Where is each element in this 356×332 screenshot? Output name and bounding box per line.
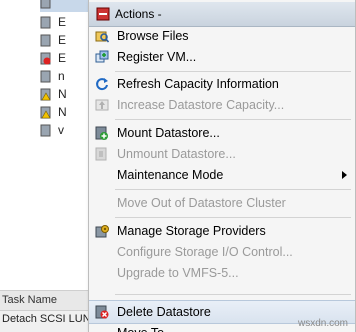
tree-row-label: n <box>58 69 65 83</box>
menu-item-label: Unmount Datastore... <box>117 147 236 161</box>
menu-item-label: Refresh Capacity Information <box>117 77 279 91</box>
datastore-warning-icon <box>40 88 51 101</box>
storage-providers-icon <box>95 225 109 238</box>
menu-item-upgrade-vmfs[interactable]: Upgrade to VMFS-5... <box>89 262 355 284</box>
menu-item-unmount-datastore[interactable]: Unmount Datastore... <box>89 143 355 165</box>
menu-separator <box>115 294 351 295</box>
menu-item-label: Configure Storage I/O Control... <box>117 245 293 259</box>
task-row[interactable]: Detach SCSI LUN <box>2 313 91 325</box>
menu-item-label: Move Out of Datastore Cluster <box>117 196 286 210</box>
menu-item-label: Move To... <box>117 322 174 332</box>
tree-row-label: E <box>58 51 67 65</box>
tree-row-label: E <box>58 33 67 47</box>
menu-separator <box>115 217 351 218</box>
datastore-warning-icon <box>40 106 51 119</box>
delete-datastore-icon <box>95 305 109 319</box>
datastore-tree: E E E n N N v <box>0 0 100 290</box>
watermark: wsxdn.com <box>297 318 348 329</box>
menu-item-manage-storage-providers[interactable]: Manage Storage Providers <box>89 220 355 242</box>
datastore-delete-icon <box>96 7 110 21</box>
menu-item-move-out-cluster[interactable]: Move Out of Datastore Cluster <box>89 192 355 214</box>
increase-capacity-icon <box>95 99 109 111</box>
menu-title: Actions - <box>115 7 162 21</box>
tree-row-label: N <box>58 105 67 119</box>
tree-row-label: v <box>58 123 64 137</box>
menu-item-label: Increase Datastore Capacity... <box>117 98 285 112</box>
datastore-icon <box>40 124 51 137</box>
datastore-icon <box>40 0 51 9</box>
menu-item-register-vm[interactable]: Register VM... <box>89 46 355 68</box>
tasks-column-header[interactable]: Task Name <box>0 291 102 311</box>
menu-item-label: Mount Datastore... <box>117 126 220 140</box>
register-vm-icon <box>95 50 109 63</box>
menu-item-browse-files[interactable]: Browse Files <box>89 25 355 47</box>
tree-row-label: E <box>58 15 67 29</box>
menu-item-label: Delete Datastore <box>117 305 211 319</box>
browse-files-icon <box>95 31 109 43</box>
submenu-arrow-icon <box>342 171 347 179</box>
datastore-alert-icon <box>40 52 51 65</box>
datastore-icon <box>40 70 51 83</box>
datastore-icon <box>40 16 51 29</box>
recent-tasks-panel: Task Name Detach SCSI LUN <box>0 290 102 332</box>
unmount-datastore-icon <box>95 147 107 161</box>
actions-context-menu: Actions - Browse Files Register VM... Re… <box>88 0 356 332</box>
menu-separator <box>115 71 351 72</box>
menu-header: Actions - <box>89 2 355 27</box>
menu-item-configure-storage-io[interactable]: Configure Storage I/O Control... <box>89 241 355 263</box>
menu-item-label: Browse Files <box>117 29 189 43</box>
menu-item-label: Register VM... <box>117 50 197 64</box>
menu-item-label: Maintenance Mode <box>117 168 224 182</box>
mount-datastore-icon <box>95 126 108 140</box>
menu-item-maintenance-mode[interactable]: Maintenance Mode <box>89 164 355 186</box>
datastore-icon <box>40 34 51 47</box>
menu-item-label: Manage Storage Providers <box>117 224 266 238</box>
menu-item-label: Upgrade to VMFS-5... <box>117 266 239 280</box>
menu-item-refresh-capacity[interactable]: Refresh Capacity Information <box>89 73 355 95</box>
menu-separator <box>115 119 351 120</box>
refresh-icon <box>96 78 108 91</box>
menu-separator <box>115 189 351 190</box>
menu-item-mount-datastore[interactable]: Mount Datastore... <box>89 122 355 144</box>
menu-item-increase-capacity[interactable]: Increase Datastore Capacity... <box>89 94 355 116</box>
tree-row-label: N <box>58 87 67 101</box>
